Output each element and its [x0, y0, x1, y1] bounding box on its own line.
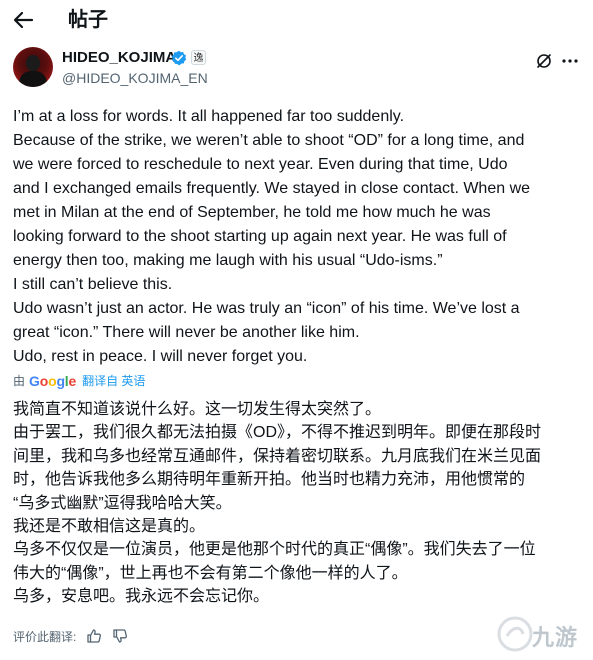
post-line: Udo, rest in peace. I will never forget … [13, 348, 308, 365]
translation-attribution: 由 Google 翻译自 英语 [13, 372, 145, 390]
translated-from-link[interactable]: 翻译自 英语 [82, 372, 145, 390]
verified-badge-icon [171, 50, 187, 66]
avatar-body-shape [19, 71, 47, 87]
translated-line: 伟大的“偶像”，世上再也不会有第二个像他一样的人了。 [13, 564, 408, 582]
avatar[interactable] [13, 47, 53, 87]
arrow-left-icon[interactable] [10, 8, 36, 32]
post-line: I’m at a loss for words. It all happened… [13, 108, 405, 125]
affiliate-badge[interactable]: 逸 [191, 50, 206, 65]
author-handle[interactable]: @HIDEO_KOJIMA_EN [62, 70, 208, 87]
post-line: energy then too, making me laugh with hi… [13, 252, 443, 269]
avatar-head-shape [26, 55, 40, 71]
post-line: Because of the strike, we weren’t able t… [13, 132, 525, 149]
watermark-text: 九游 [532, 625, 579, 650]
post-text: I’m at a loss for words. It all happened… [13, 105, 583, 369]
post-line: I still can’t believe this. [13, 276, 173, 293]
more-options-icon[interactable] [560, 52, 580, 70]
post-line: Udo wasn’t just an actor. He was truly a… [13, 300, 520, 317]
author-display-name[interactable]: HIDEO_KOJIMA [62, 49, 176, 67]
translated-by-label: 由 [13, 374, 26, 388]
translated-line: 我还是不敢相信这是真的。 [13, 518, 206, 536]
translated-line: 我简直不知道该说什么好。这一切发生得太突然了。 [13, 401, 382, 418]
thumbs-down-icon[interactable] [112, 628, 128, 644]
translated-line: 时，他告诉我他多么期待明年重新开拍。他当时也精力充沛，用他惯常的 [13, 471, 526, 489]
top-bar: 帖子 [0, 0, 593, 40]
page-title: 帖子 [68, 9, 108, 31]
post-line: looking forward to the shoot starting up… [13, 228, 507, 245]
translated-line: 乌多，安息吧。我永远不会忘记你。 [13, 588, 270, 606]
rate-translation-bar: 评价此翻译: [13, 626, 128, 646]
thumbs-up-icon[interactable] [86, 628, 102, 644]
post-line: met in Milan at the end of September, he… [13, 204, 491, 221]
translated-line: 间里，我和乌多也经常互通邮件，保持着密切联系。九月底我们在米兰见面 [13, 447, 542, 465]
post-line: and I exchanged emails frequently. We st… [13, 180, 531, 197]
translated-line: “乌多式幽默”逗得我哈哈大笑。 [13, 494, 232, 512]
translated-line: 乌多不仅仅是一位演员，他更是他那个时代的真正“偶像”。我们失去了一位 [13, 541, 536, 559]
google-logo: Google [29, 373, 77, 389]
translated-text: 我简直不知道该说什么好。这一切发生得太突然了。 由于罢工，我们很久都无法拍摄《O… [13, 398, 583, 609]
grok-icon[interactable] [535, 52, 553, 70]
post-line: great “icon.” There will never be anothe… [13, 324, 360, 341]
translated-line: 由于罢工，我们很久都无法拍摄《OD》，不得不推迟到明年。即便在那段时 [13, 424, 542, 442]
rate-translation-label: 评价此翻译: [13, 629, 77, 644]
post-line: we were forced to reschedule to next yea… [13, 156, 508, 173]
